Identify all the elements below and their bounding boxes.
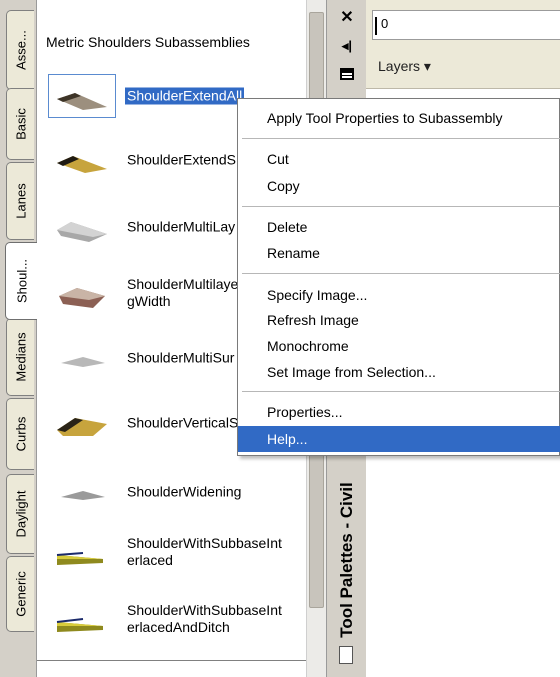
tool-shoulder-widening[interactable]: ShoulderWidening: [53, 467, 343, 517]
tab-generic[interactable]: Generic: [6, 556, 34, 632]
menu-separator: [242, 206, 560, 207]
tab-label: Shoul...: [14, 258, 29, 304]
tool-shoulder-subbase-ditch[interactable]: ShoulderWithSubbaseInt erlacedAndDitch: [53, 594, 343, 644]
tab-daylight[interactable]: Daylight: [6, 474, 34, 554]
tab-label: Medians: [13, 332, 28, 382]
shoulder-subbase-interlaced-icon: [56, 552, 103, 565]
layers-toolbar: Layers ▾: [366, 46, 560, 89]
palette-title: Metric Shoulders Subassemblies: [46, 34, 250, 50]
shoulder-multilayer-width-icon: [59, 288, 105, 308]
menu-refresh-image[interactable]: Refresh Image: [238, 307, 560, 333]
shoulder-vertical-icon: [57, 418, 107, 436]
palette-options-icon[interactable]: [339, 646, 353, 664]
value-field[interactable]: 0: [372, 10, 560, 40]
tool-label: ShoulderMultilaye gWidth: [127, 276, 239, 309]
tool-label: ShoulderExtendS: [127, 151, 236, 168]
tool-label: ShoulderWidening: [127, 483, 242, 500]
tab-label: Generic: [13, 571, 28, 617]
auto-hide-icon[interactable]: ◂|: [337, 36, 357, 56]
menu-separator: [242, 273, 560, 274]
menu-separator: [242, 138, 560, 139]
palette-tab-strip: Asse... Basic Lanes Shoul... Medians Cur…: [0, 0, 37, 677]
tab-shoulders[interactable]: Shoul...: [5, 242, 37, 320]
tool-label: ShoulderMultiSur: [127, 349, 235, 366]
tab-label: Basic: [13, 108, 28, 140]
menu-help[interactable]: Help...: [238, 426, 560, 452]
tool-label: ShoulderMultiLay: [127, 218, 236, 235]
shoulder-widening-icon: [61, 491, 105, 500]
palette-name: Tool Palettes - Civil: [337, 482, 356, 638]
tool-label: ShoulderWithSubbaseInt erlacedAndDitch: [127, 602, 282, 635]
menu-separator: [242, 391, 560, 392]
tool-label: ShoulderExtendAll: [125, 87, 245, 105]
menu-apply-tool-properties[interactable]: Apply Tool Properties to Subassembly: [238, 105, 560, 131]
palette-divider: [37, 660, 307, 661]
layers-dropdown[interactable]: Layers ▾: [378, 58, 431, 75]
properties-icon[interactable]: [337, 64, 357, 84]
menu-properties[interactable]: Properties...: [238, 399, 560, 425]
menu-monochrome[interactable]: Monochrome: [238, 333, 560, 359]
menu-delete[interactable]: Delete: [238, 214, 560, 240]
menu-rename[interactable]: Rename: [238, 240, 560, 266]
menu-set-image-from-selection[interactable]: Set Image from Selection...: [238, 359, 560, 385]
context-menu: Apply Tool Properties to Subassembly Cut…: [237, 98, 560, 456]
tool-shoulder-subbase-interlaced[interactable]: ShoulderWithSubbaseInt erlaced: [53, 527, 343, 577]
shoulder-multisurface-icon: [61, 357, 105, 367]
menu-cut[interactable]: Cut: [238, 146, 560, 172]
close-icon[interactable]: ✕: [337, 8, 357, 28]
tab-label: Daylight: [13, 490, 28, 538]
tab-basic[interactable]: Basic: [6, 88, 34, 160]
tab-label: Curbs: [13, 416, 28, 452]
tab-label: Lanes: [13, 183, 28, 219]
menu-copy[interactable]: Copy: [238, 173, 560, 199]
tab-lanes[interactable]: Lanes: [6, 162, 34, 240]
tab-assemblies[interactable]: Asse...: [6, 10, 34, 90]
shoulder-extend-subbase-icon: [57, 156, 107, 173]
shoulder-multilayer-icon: [57, 222, 107, 242]
tab-label: Asse...: [13, 30, 28, 70]
tab-medians[interactable]: Medians: [6, 318, 34, 396]
shoulder-extend-all-icon: [48, 74, 116, 118]
menu-specify-image[interactable]: Specify Image...: [238, 282, 560, 308]
tool-label: ShoulderVerticalS: [127, 414, 239, 431]
tool-label: ShoulderWithSubbaseInt erlaced: [127, 535, 282, 568]
toolbar-row: 0: [366, 0, 560, 47]
shoulder-subbase-ditch-icon: [56, 618, 103, 632]
tab-curbs[interactable]: Curbs: [6, 398, 34, 470]
